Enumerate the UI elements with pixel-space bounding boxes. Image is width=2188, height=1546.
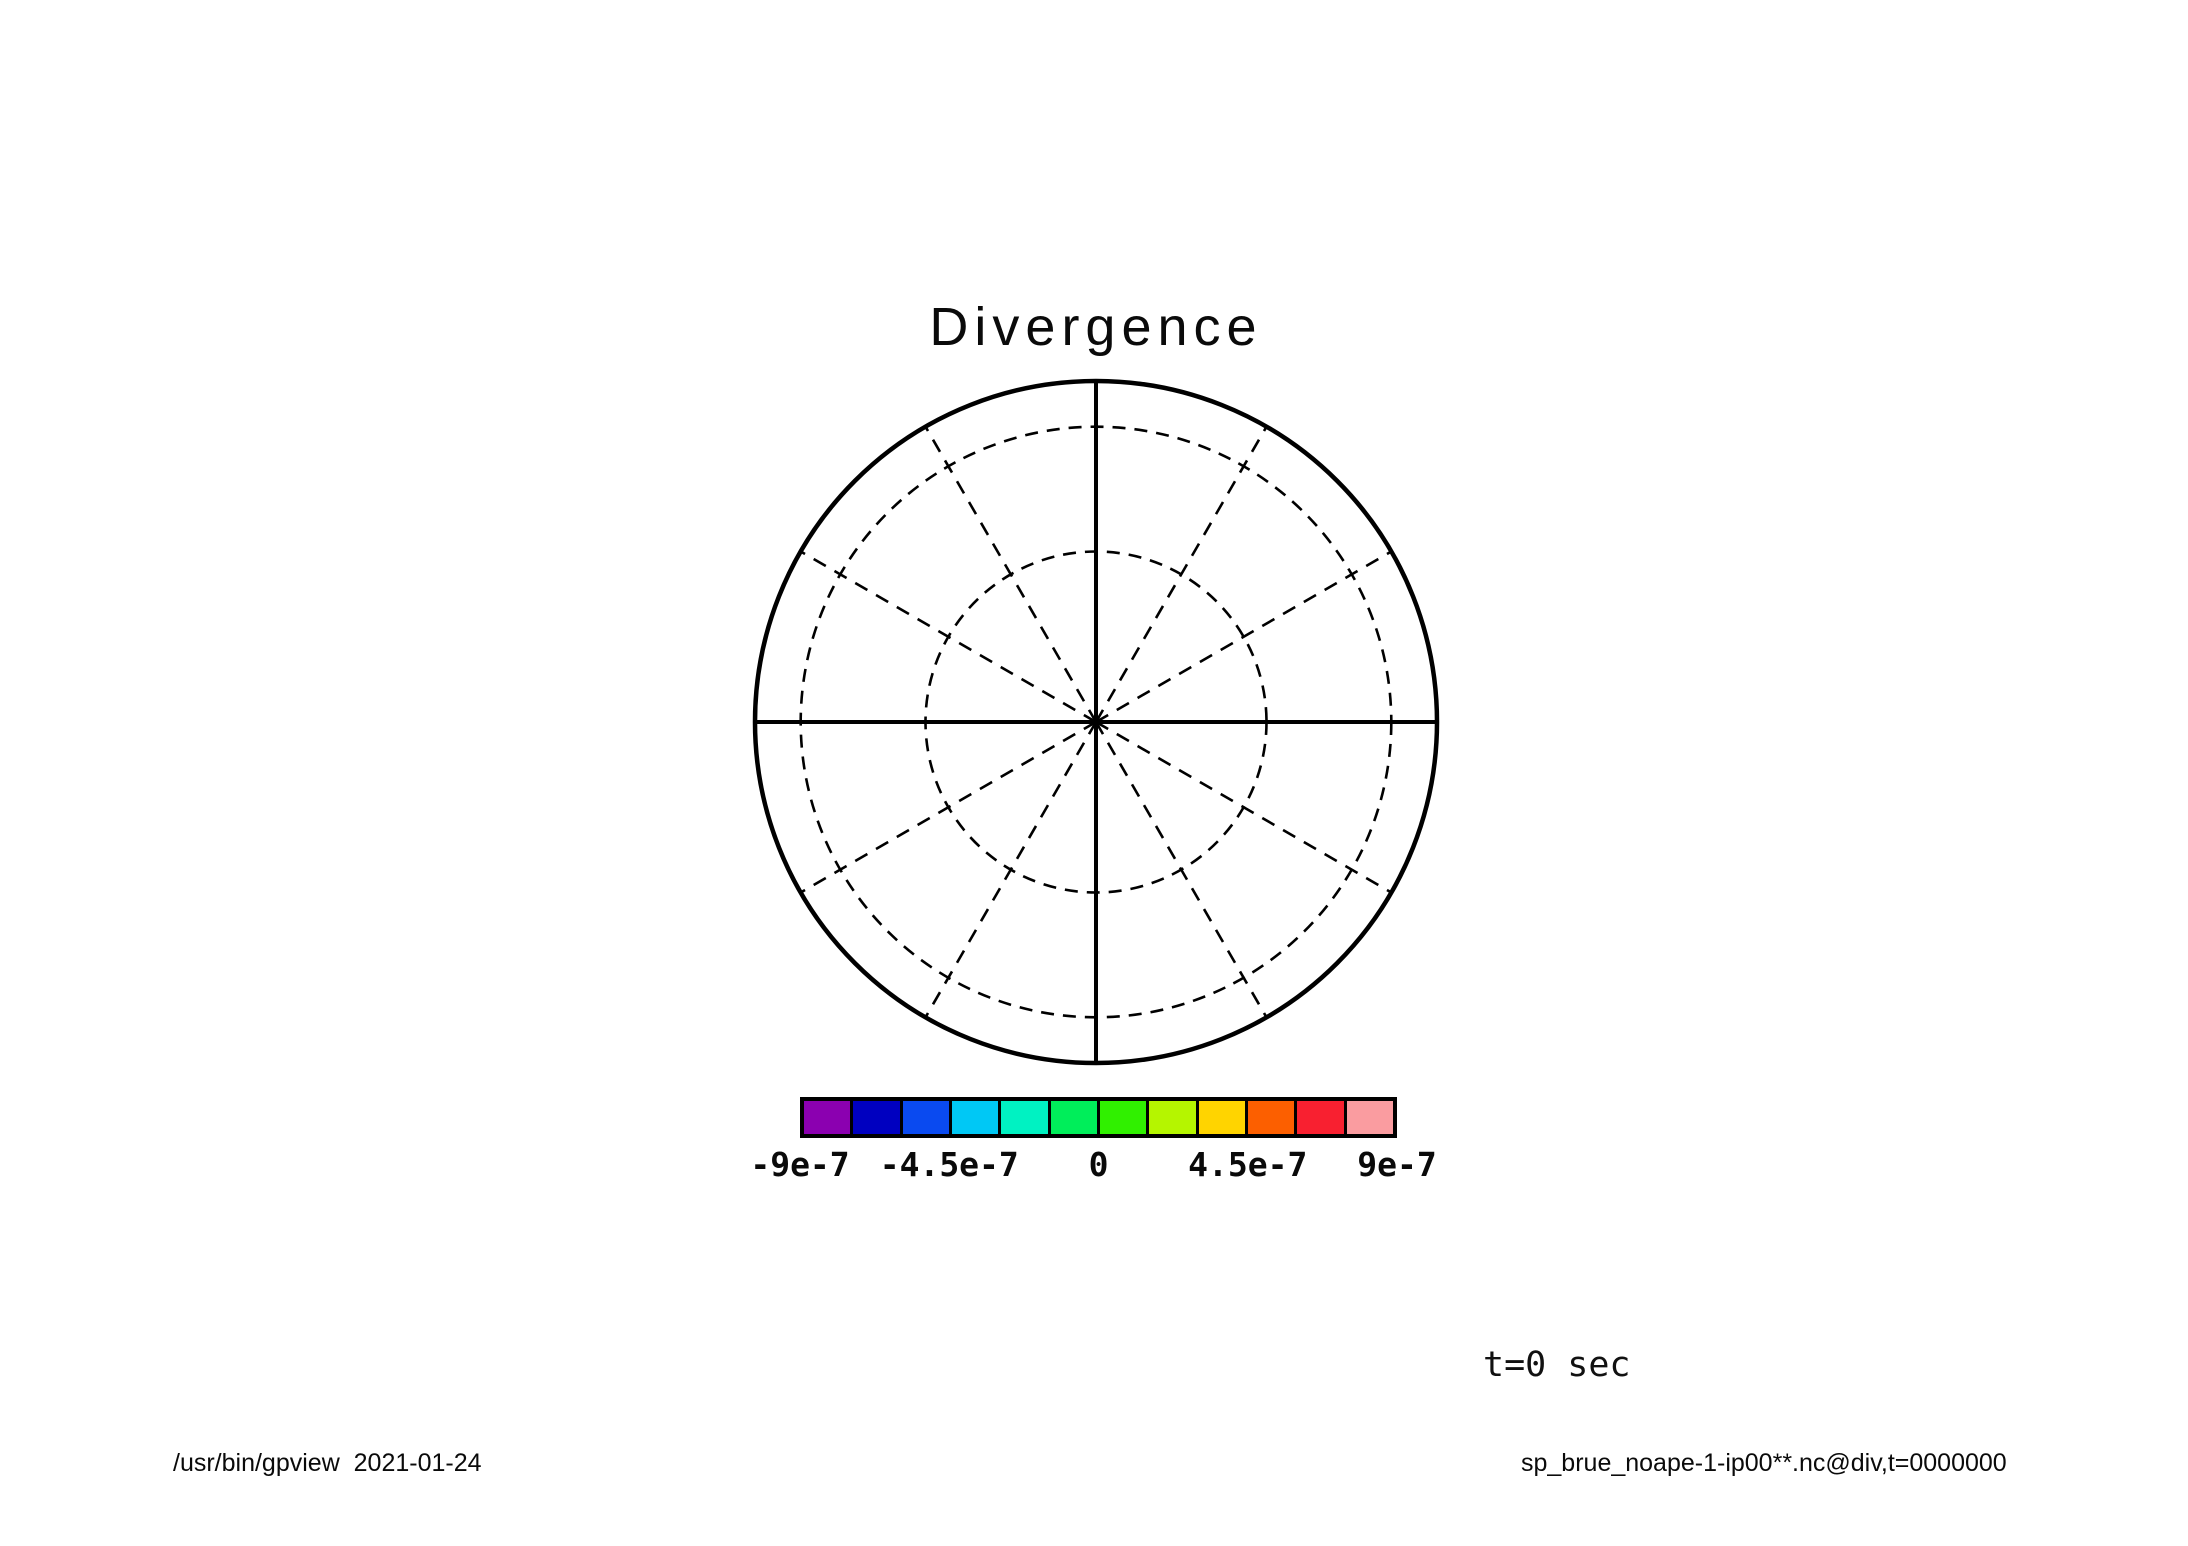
time-label: t=0 sec: [1483, 1346, 1631, 1385]
meridian-dashed-150: [1096, 722, 1267, 1017]
colorbar-cell-4: [998, 1101, 1047, 1134]
footer-command-date: /usr/bin/gpview 2021-01-24: [173, 1450, 482, 1478]
colorbar-tick-label-2: 0: [1089, 1147, 1109, 1183]
plot-title: Divergence: [0, 300, 2188, 354]
meridian-dashed-210: [926, 722, 1097, 1017]
colorbar-tick-label-3: 4.5e-7: [1188, 1147, 1307, 1183]
colorbar-tick-label-1: -4.5e-7: [880, 1147, 1019, 1183]
colorbar-tick-label-0: -9e-7: [750, 1147, 849, 1183]
colorbar-cell-10: [1294, 1101, 1343, 1134]
colorbar-cell-5: [1048, 1101, 1097, 1134]
colorbar-cell-3: [949, 1101, 998, 1134]
footer-dataset-label: sp_brue_noape-1-ip00**.nc@div,t=0000000: [1521, 1450, 2007, 1478]
colorbar-cell-2: [900, 1101, 949, 1134]
meridian-dashed-330: [926, 427, 1097, 722]
colorbar-cell-8: [1196, 1101, 1245, 1134]
colorbar-tick-labels: -9e-7-4.5e-704.5e-79e-7: [800, 1147, 1397, 1187]
colorbar-cell-9: [1245, 1101, 1294, 1134]
colorbar-tick-label-4: 9e-7: [1357, 1147, 1436, 1183]
colorbar-cell-11: [1344, 1101, 1393, 1134]
gpview-plot-page: Divergence -9e-7 -4.5e-7 0 4.5e-7 9e-7 t=0 s…: [0, 0, 2188, 1546]
meridian-dashed-120: [1096, 722, 1391, 893]
meridian-dashed-30: [1096, 427, 1267, 722]
colorbar-cell-6: [1097, 1101, 1146, 1134]
colorbar-cell-7: [1146, 1101, 1195, 1134]
polar-plot: [745, 371, 1447, 1073]
meridian-dashed-300: [801, 552, 1096, 723]
meridian-dashed-240: [801, 722, 1096, 893]
colorbar-cell-1: [850, 1101, 899, 1134]
colorbar: [800, 1097, 1397, 1138]
meridian-dashed-60: [1096, 552, 1391, 723]
colorbar-cell-0: [804, 1101, 850, 1134]
